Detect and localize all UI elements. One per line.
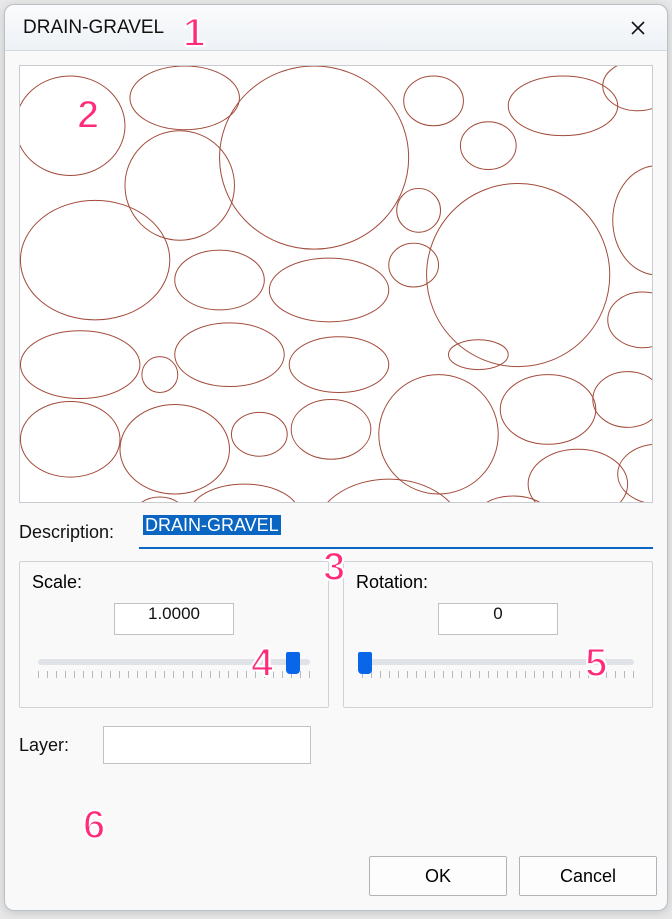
rotation-slider[interactable] <box>356 651 640 691</box>
scale-panel: Scale: 1.0000 <box>19 561 329 708</box>
rotation-panel: Rotation: 0 <box>343 561 653 708</box>
description-label: Description: <box>19 522 129 543</box>
description-input[interactable]: DRAIN-GRAVEL <box>139 515 653 549</box>
layer-label: Layer: <box>19 735 89 756</box>
rotation-input[interactable]: 0 <box>438 603 558 635</box>
rotation-label: Rotation: <box>356 572 640 593</box>
scale-slider-thumb[interactable] <box>286 652 300 674</box>
ok-button[interactable]: OK <box>369 856 507 896</box>
scale-input[interactable]: 1.0000 <box>114 603 234 635</box>
titlebar: DRAIN-GRAVEL <box>5 5 667 51</box>
rotation-slider-thumb[interactable] <box>358 652 372 674</box>
description-selected-text: DRAIN-GRAVEL <box>143 515 281 535</box>
cancel-button[interactable]: Cancel <box>519 856 657 896</box>
pattern-preview <box>19 65 653 503</box>
close-icon <box>630 20 646 36</box>
close-button[interactable] <box>621 11 655 45</box>
scale-slider[interactable] <box>32 651 316 691</box>
layer-input[interactable] <box>103 726 311 764</box>
scale-label: Scale: <box>32 572 316 593</box>
window-title: DRAIN-GRAVEL <box>23 17 621 39</box>
